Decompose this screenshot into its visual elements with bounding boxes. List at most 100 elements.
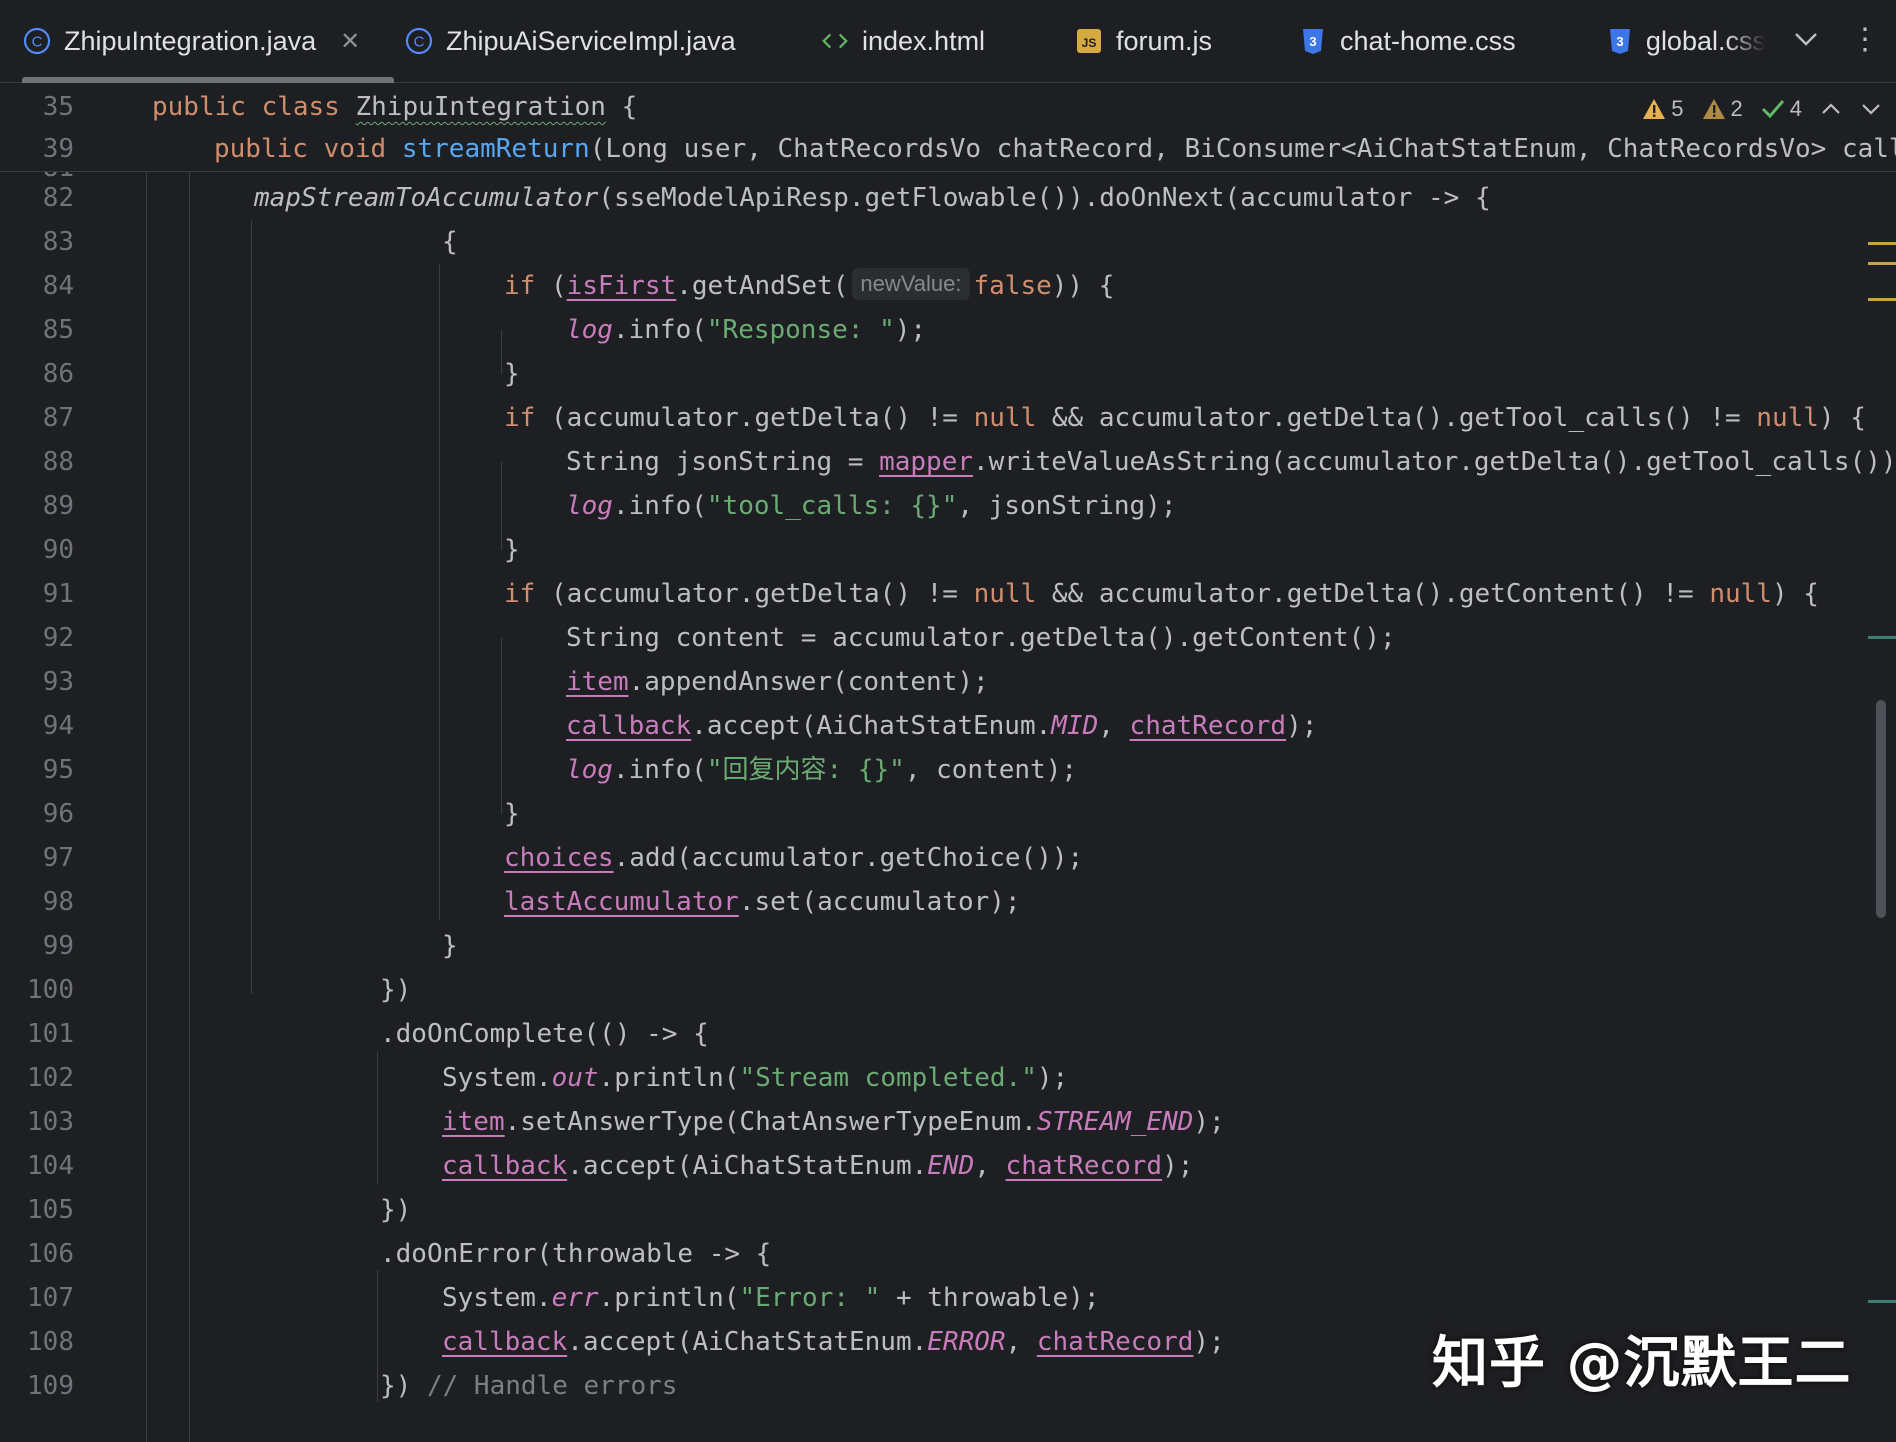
svg-text:JS: JS [1082, 36, 1097, 50]
code-text: log.info("tool_calls: {}", jsonString); [566, 491, 1177, 521]
more-options-icon[interactable]: ⋮ [1850, 22, 1880, 58]
code-text: item.setAnswerType(ChatAnswerTypeEnum.ST… [442, 1107, 1225, 1137]
code-text: } [504, 359, 520, 389]
line-number: 109 [27, 1371, 74, 1401]
code-line[interactable]: 99 } [0, 924, 1896, 968]
line-number: 108 [27, 1327, 74, 1357]
code-line[interactable]: 107 System.err.println("Error: " + throw… [0, 1276, 1896, 1320]
code-line[interactable]: 92 String content = accumulator.getDelta… [0, 616, 1896, 660]
warnings-indicator[interactable]: 5 [1642, 96, 1684, 122]
code-line[interactable]: 102 System.out.println("Stream completed… [0, 1056, 1896, 1100]
code-line[interactable]: 106 .doOnError(throwable -> { [0, 1232, 1896, 1276]
tab-zhipuaiserviceimpl-java[interactable]: C ZhipuAiServiceImpl.java [404, 0, 736, 82]
code-text: callback.accept(AiChatStatEnum.END, chat… [442, 1151, 1194, 1181]
code-text: }) // Handle errors [380, 1371, 678, 1401]
weak-warnings-indicator[interactable]: 2 [1702, 96, 1743, 122]
line-number: 83 [42, 227, 74, 257]
editor-tab-bar: C ZhipuIntegration.java ✕ C ZhipuAiServi… [0, 0, 1896, 83]
line-number: 97 [42, 843, 74, 873]
code-line[interactable]: 94 callback.accept(AiChatStatEnum.MID, c… [0, 704, 1896, 748]
chevron-up-icon [1822, 103, 1840, 114]
code-line[interactable]: 87 if (accumulator.getDelta() != null &&… [0, 396, 1896, 440]
code-text: System.out.println("Stream completed."); [442, 1063, 1069, 1093]
warning-marker[interactable] [1868, 262, 1896, 265]
code-line[interactable]: 85 log.info("Response: "); [0, 308, 1896, 352]
sticky-line[interactable]: 35 public class ZhipuIntegration { [0, 85, 1896, 129]
line-number: 85 [42, 315, 74, 345]
css-file-icon: 3 [1298, 26, 1328, 56]
svg-text:C: C [32, 34, 43, 51]
code-text: .doOnError(throwable -> { [380, 1239, 772, 1269]
line-number: 35 [42, 92, 74, 122]
code-line[interactable]: 93 item.appendAnswer(content); [0, 660, 1896, 704]
line-number: 96 [42, 799, 74, 829]
tab-label: global.css [1645, 25, 1766, 56]
code-line[interactable]: 89 log.info("tool_calls: {}", jsonString… [0, 484, 1896, 528]
next-highlight-button[interactable] [1860, 101, 1882, 117]
code-line[interactable]: 90 } [0, 528, 1896, 572]
tab-index-html[interactable]: index.html [820, 0, 985, 82]
change-marker[interactable] [1868, 1300, 1896, 1303]
code-line[interactable]: 98 lastAccumulator.set(accumulator); [0, 880, 1896, 924]
code-text: if (isFirst.getAndSet(newValue: false)) { [504, 264, 1114, 308]
code-editor[interactable]: 81 82 mapStreamToAccumulator(sseModelApi… [0, 172, 1896, 1442]
close-icon[interactable]: ✕ [340, 27, 360, 56]
code-text: }) [380, 975, 412, 1005]
java-class-icon: C [404, 26, 434, 56]
svg-text:3: 3 [1616, 34, 1623, 49]
sticky-line[interactable]: 39 public void streamReturn(Long user, C… [0, 127, 1896, 171]
code-text: String content = accumulator.getDelta().… [566, 623, 1396, 653]
vertical-scrollbar[interactable] [1876, 700, 1886, 918]
code-line[interactable]: 104 callback.accept(AiChatStatEnum.END, … [0, 1144, 1896, 1188]
code-line[interactable]: 100 }) [0, 968, 1896, 1012]
code-line[interactable]: 86 } [0, 352, 1896, 396]
ok-indicator[interactable]: 4 [1761, 96, 1802, 122]
line-number: 100 [27, 975, 74, 1005]
code-line[interactable]: 95 log.info("回复内容: {}", content); [0, 748, 1896, 792]
warning-marker[interactable] [1868, 242, 1896, 245]
code-line[interactable]: 103 item.setAnswerType(ChatAnswerTypeEnu… [0, 1100, 1896, 1144]
tab-global-css[interactable]: 3 global.css [1606, 0, 1766, 82]
code-text: lastAccumulator.set(accumulator); [504, 887, 1021, 917]
code-line[interactable]: 88 String jsonString = mapper.writeValue… [0, 440, 1896, 484]
code-text: System.err.println("Error: " + throwable… [442, 1283, 1100, 1313]
line-number: 88 [42, 447, 74, 477]
code-line[interactable]: 101 .doOnComplete(() -> { [0, 1012, 1896, 1056]
code-text: if (accumulator.getDelta() != null && ac… [504, 403, 1866, 433]
css-file-icon: 3 [1606, 26, 1634, 56]
code-line[interactable]: 82 mapStreamToAccumulator(sseModelApiRes… [0, 176, 1896, 220]
warning-marker[interactable] [1868, 298, 1896, 301]
code-text: log.info("回复内容: {}", content); [566, 755, 1077, 785]
line-number: 87 [42, 403, 74, 433]
js-file-icon: JS [1074, 26, 1104, 56]
change-marker[interactable] [1868, 636, 1896, 639]
line-number: 95 [42, 755, 74, 785]
chevron-down-icon [1792, 29, 1820, 53]
code-text: callback.accept(AiChatStatEnum.MID, chat… [566, 711, 1318, 741]
line-number: 91 [42, 579, 74, 609]
code-line[interactable]: 84 if (isFirst.getAndSet(newValue: false)… [0, 264, 1896, 308]
code-text: { [442, 227, 458, 257]
tab-label: chat-home.css [1340, 25, 1516, 56]
code-line[interactable]: 91 if (accumulator.getDelta() != null &&… [0, 572, 1896, 616]
line-number: 39 [42, 134, 74, 164]
code-text: item.appendAnswer(content); [566, 667, 989, 697]
code-line[interactable]: 105 }) [0, 1188, 1896, 1232]
code-text: callback.accept(AiChatStatEnum.ERROR, ch… [442, 1327, 1225, 1357]
line-number: 92 [42, 623, 74, 653]
tab-forum-js[interactable]: JS forum.js [1074, 0, 1212, 82]
code-line[interactable]: 97 choices.add(accumulator.getChoice()); [0, 836, 1896, 880]
code-text: mapStreamToAccumulator(sseModelApiResp.g… [254, 183, 1491, 213]
line-number: 93 [42, 667, 74, 697]
code-text: } [504, 535, 520, 565]
parameter-hint: newValue: [852, 267, 970, 300]
line-number: 101 [27, 1019, 74, 1049]
tab-zhipuintegration-java[interactable]: C ZhipuIntegration.java ✕ [22, 0, 395, 83]
sticky-scope-header: 35 public class ZhipuIntegration { 39 pu… [0, 83, 1896, 172]
tab-chat-home-css[interactable]: 3 chat-home.css [1298, 0, 1516, 82]
code-line[interactable]: 83 { [0, 220, 1896, 264]
previous-highlight-button[interactable] [1820, 101, 1842, 117]
inspection-widget[interactable]: 5 2 4 [1630, 96, 1882, 122]
code-line[interactable]: 96 } [0, 792, 1896, 836]
tab-list-dropdown[interactable] [1792, 0, 1820, 82]
